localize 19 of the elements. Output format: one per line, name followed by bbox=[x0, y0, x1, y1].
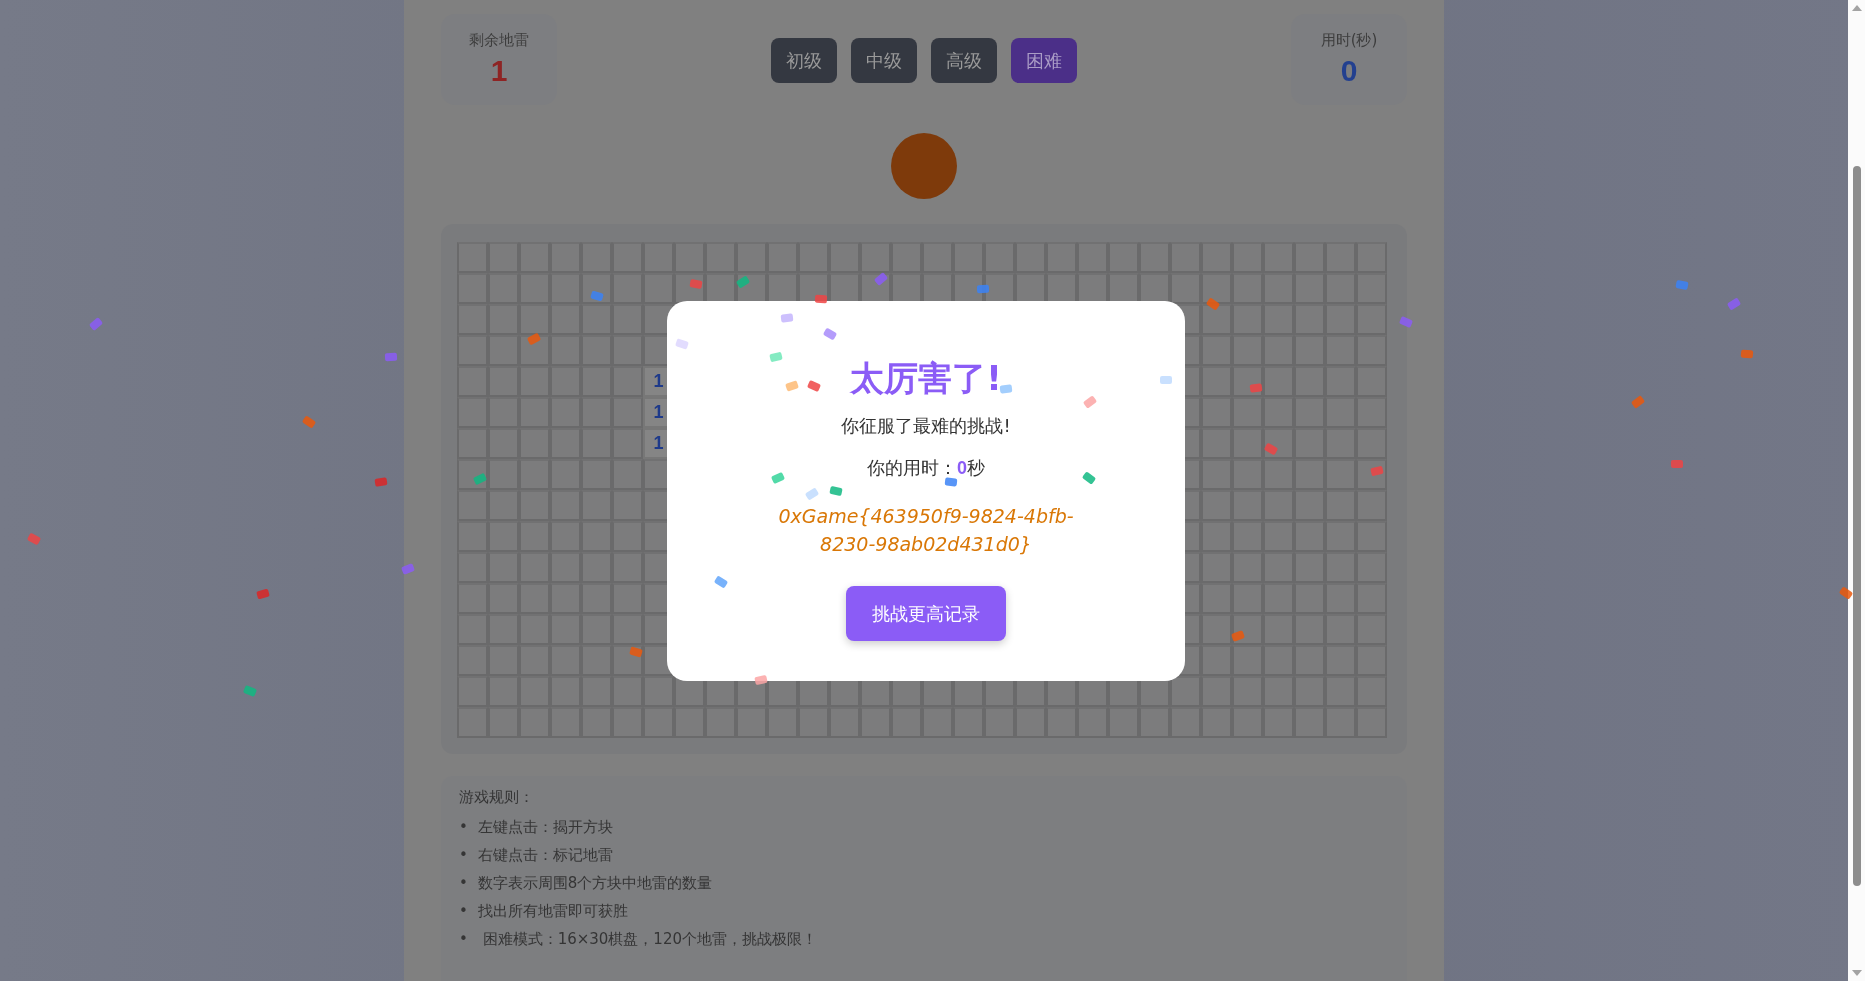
flag-text: 0xGame{463950f9-9824-4bfb-8230-98ab02d431d0} bbox=[777, 504, 1075, 557]
time-result: 你的用时：0秒 bbox=[867, 456, 985, 480]
dialog-subtitle: 你征服了最难的挑战! bbox=[841, 414, 1011, 438]
bullet: • bbox=[459, 901, 468, 921]
rule-item: 困难模式：16×30棋盘，120个地雷，挑战极限！ bbox=[481, 929, 817, 949]
mines-count: 1 bbox=[490, 54, 508, 88]
timer-value: 0 bbox=[1340, 54, 1358, 88]
dialog-title: 太厉害了! bbox=[850, 357, 1002, 400]
bullet: • bbox=[459, 929, 468, 949]
rule-item: 左键点击：揭开方块 bbox=[477, 817, 613, 837]
rules-title: 游戏规则： bbox=[459, 788, 535, 807]
bullet: • bbox=[459, 817, 468, 837]
rule-item: 右键点击：标记地雷 bbox=[477, 845, 613, 865]
bullet: • bbox=[459, 873, 468, 893]
bullet: • bbox=[459, 845, 468, 865]
timer-label: 用时(秒) bbox=[1320, 31, 1378, 50]
rule-item: 数字表示周围8个方块中地雷的数量 bbox=[477, 873, 713, 893]
mines-label: 剩余地雷 bbox=[469, 31, 529, 50]
rule-item: 找出所有地雷即可获胜 bbox=[477, 901, 628, 921]
